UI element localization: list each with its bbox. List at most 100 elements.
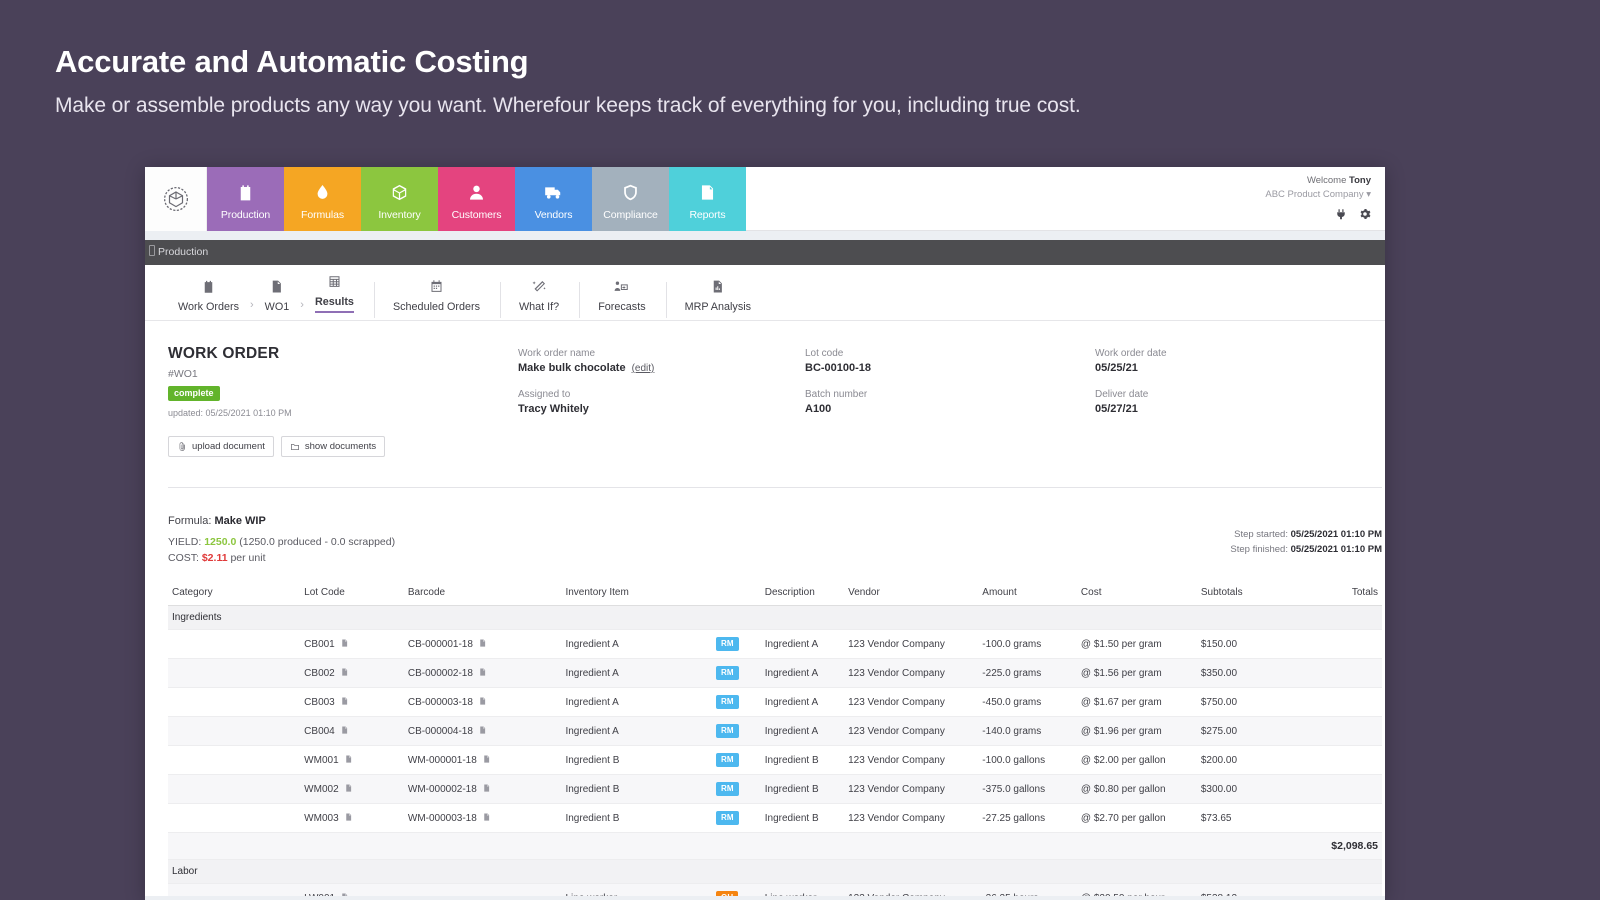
document-icon[interactable] <box>344 783 353 796</box>
col-totals[interactable]: Totals <box>1306 582 1382 606</box>
cell-barcode: WM-000001-18 <box>403 745 562 775</box>
cell-tag: RM <box>711 803 761 833</box>
document-icon[interactable] <box>478 667 487 680</box>
breadcrumb-item-work-orders[interactable]: Work Orders <box>167 278 250 320</box>
banner-subheading: Make or assemble products any way you wa… <box>55 94 1081 117</box>
document-icon[interactable] <box>482 812 491 825</box>
breadcrumb-label: Results <box>314 296 354 313</box>
status-badge: RM <box>715 811 739 825</box>
nav-tile-compliance[interactable]: Compliance <box>592 167 669 231</box>
document-icon[interactable] <box>340 638 349 651</box>
show-documents-button[interactable]: show documents <box>280 436 386 457</box>
col-lot-code[interactable]: Lot Code <box>300 582 404 606</box>
field-value: 05/27/21 <box>1095 403 1138 415</box>
nav-tile-label: Reports <box>689 208 726 221</box>
document-icon[interactable] <box>340 696 349 709</box>
edit-link[interactable]: (edit) <box>632 363 655 374</box>
subnav-item-scheduled-orders[interactable]: Scheduled Orders <box>382 278 491 320</box>
plug-icon[interactable] <box>1335 208 1347 220</box>
work-order-summary: WORK ORDER #WO1 complete updated: 05/25/… <box>168 345 518 457</box>
cell-amount: -450.0 grams <box>978 687 1077 717</box>
col-barcode[interactable]: Barcode <box>403 582 562 606</box>
document-icon[interactable] <box>340 667 349 680</box>
cell-lot-code: LW001 <box>300 883 404 896</box>
company-selector[interactable]: ABC Product Company ▾ <box>1265 189 1371 200</box>
subnav-label: MRP Analysis <box>684 301 752 313</box>
cell-inventory-item: Ingredient A <box>561 716 712 746</box>
yield-value: 1250.0 <box>204 536 237 548</box>
lot-code-text: CB004 <box>304 725 335 737</box>
subnav-divider <box>665 282 667 318</box>
table-row[interactable]: WM002 WM-000002-18 Ingredient B RM Ingre… <box>168 774 1382 804</box>
work-order-fields-col3: Work order date 05/25/21 Deliver date 05… <box>1095 345 1382 457</box>
document-icon[interactable] <box>478 696 487 709</box>
cell-subtotal: $350.00 <box>1196 658 1307 688</box>
paperclip-icon <box>179 441 185 451</box>
subnav-item-forecasts[interactable]: Forecasts <box>587 278 656 320</box>
nav-tile-inventory[interactable]: Inventory <box>361 167 438 231</box>
cell-lot-code: CB002 <box>300 658 404 688</box>
col-amount[interactable]: Amount <box>978 582 1077 606</box>
subnav-item-what-if[interactable]: What If? <box>508 278 570 320</box>
cell-cost: @ $1.50 per gram <box>1076 629 1197 659</box>
cell-barcode: CB-000001-18 <box>403 629 562 659</box>
cell-vendor: 123 Vendor Company <box>844 803 979 833</box>
app-window: Production Formulas Inventory Customers … <box>145 167 1385 900</box>
subnav-item-mrp-analysis[interactable]: MRP Analysis <box>674 278 762 320</box>
cell-vendor: 123 Vendor Company <box>844 687 979 717</box>
gear-icon[interactable] <box>1359 208 1371 220</box>
nav-tile-production[interactable]: Production <box>207 167 284 231</box>
field-value: Make bulk chocolate (edit) <box>518 362 805 374</box>
cell-inventory-item: Line worker <box>561 883 712 896</box>
nav-tile-vendors[interactable]: Vendors <box>515 167 592 231</box>
document-icon[interactable] <box>340 725 349 738</box>
field-label: Assigned to <box>518 389 571 400</box>
document-icon[interactable] <box>344 754 353 767</box>
upload-document-button[interactable]: upload document <box>168 436 274 457</box>
nav-tile-formulas[interactable]: Formulas <box>284 167 361 231</box>
col-inventory-item[interactable]: Inventory Item <box>561 582 712 606</box>
table-row[interactable]: CB003 CB-000003-18 Ingredient A RM Ingre… <box>168 687 1382 717</box>
clipboard-icon <box>236 182 255 204</box>
table-row[interactable]: LW001 Line worker OH Line worker 123 Ven… <box>168 883 1382 896</box>
document-icon[interactable] <box>340 892 349 896</box>
user-name: Tony <box>1349 175 1371 186</box>
breadcrumb-item-results[interactable]: Results <box>304 273 365 320</box>
cell-description: Ingredient A <box>760 629 845 659</box>
nav-tile-label: Compliance <box>603 208 658 221</box>
table-row[interactable]: CB004 CB-000004-18 Ingredient A RM Ingre… <box>168 716 1382 746</box>
table-row[interactable]: CB002 CB-000002-18 Ingredient A RM Ingre… <box>168 658 1382 688</box>
clipboard-icon <box>201 278 216 295</box>
nav-tile-reports[interactable]: Reports <box>669 167 746 231</box>
cell-barcode <box>403 883 562 896</box>
table-header-row: Category Lot Code Barcode Inventory Item… <box>168 582 1382 606</box>
document-icon[interactable] <box>344 812 353 825</box>
cell-description: Ingredient A <box>760 687 845 717</box>
cell-lot-code: WM002 <box>300 774 404 804</box>
divider <box>168 487 1382 488</box>
step-times: Step started: 05/25/2021 01:10 PM Step f… <box>1230 529 1382 559</box>
cell-lot-code: WM003 <box>300 803 404 833</box>
work-order-name-value: Make bulk chocolate <box>518 362 626 374</box>
report-icon <box>698 182 717 204</box>
cell-amount: -27.25 gallons <box>978 803 1077 833</box>
table-row[interactable]: WM003 WM-000003-18 Ingredient B RM Ingre… <box>168 803 1382 833</box>
col-vendor[interactable]: Vendor <box>844 582 979 606</box>
field-work-order-name: Work order name Make bulk chocolate (edit… <box>518 348 805 374</box>
subnav-label: What If? <box>518 301 560 313</box>
document-icon[interactable] <box>482 754 491 767</box>
col-description[interactable]: Description <box>760 582 845 606</box>
table-row[interactable]: CB001 CB-000001-18 Ingredient A RM Ingre… <box>168 629 1382 659</box>
wherefour-logo[interactable] <box>145 167 207 231</box>
col-category[interactable]: Category <box>168 582 301 606</box>
document-icon[interactable] <box>482 783 491 796</box>
nav-tile-label: Formulas <box>301 208 344 221</box>
document-icon[interactable] <box>478 638 487 651</box>
table-row[interactable]: WM001 WM-000001-18 Ingredient B RM Ingre… <box>168 745 1382 775</box>
col-cost[interactable]: Cost <box>1076 582 1197 606</box>
breadcrumb-item-wo1[interactable]: WO1 <box>254 278 301 320</box>
col-subtotals[interactable]: Subtotals <box>1196 582 1307 606</box>
nav-tile-customers[interactable]: Customers <box>438 167 515 231</box>
cell-category <box>168 745 301 775</box>
document-icon[interactable] <box>478 725 487 738</box>
